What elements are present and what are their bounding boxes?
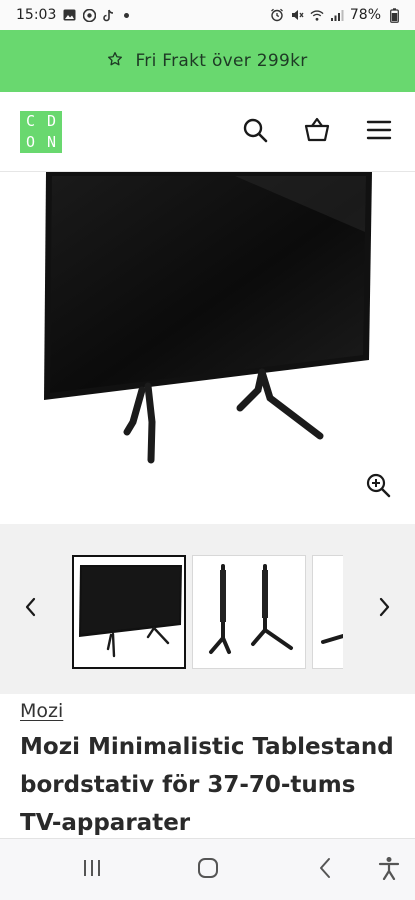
- search-button[interactable]: [239, 116, 271, 148]
- mute-icon: [290, 8, 304, 22]
- signal-icon: [330, 8, 344, 22]
- thumbnail-1[interactable]: [72, 555, 186, 669]
- basket-icon: [303, 117, 331, 147]
- next-image-button[interactable]: [369, 592, 399, 626]
- product-title: Mozi Minimalistic Tablestand bordstativ …: [20, 734, 394, 836]
- thumbnail-tv-front: [79, 565, 182, 658]
- thumbnail-stand-legs: [209, 564, 293, 654]
- battery-icon: [387, 7, 401, 23]
- logo-letter: N: [46, 132, 57, 151]
- thumbnail-list: [72, 555, 343, 669]
- image-icon: [62, 8, 76, 22]
- tv-stand-illustration: [44, 172, 372, 464]
- recent-apps-button[interactable]: [75, 853, 109, 887]
- back-icon: [318, 857, 332, 883]
- accessibility-button[interactable]: [372, 853, 406, 887]
- free-shipping-text: Fri Frakt över 299kr: [135, 51, 308, 71]
- menu-icon: [366, 119, 392, 145]
- logo-letter: D: [46, 111, 57, 130]
- back-button[interactable]: [308, 853, 342, 887]
- thumbnail-stand-detail: [321, 634, 343, 644]
- accessibility-icon: [378, 856, 400, 884]
- alarm-icon: [270, 8, 284, 22]
- search-icon: [242, 117, 268, 147]
- free-shipping-banner: Fri Frakt över 299kr: [0, 30, 415, 92]
- thumbnail-carousel: [0, 524, 415, 694]
- status-bar: 15:03 78%: [0, 0, 415, 30]
- tiktok-icon: [102, 8, 116, 22]
- chevron-right-icon: [377, 597, 391, 621]
- brand-link[interactable]: Mozi: [20, 700, 63, 722]
- cart-button[interactable]: [301, 116, 333, 148]
- prev-image-button[interactable]: [16, 592, 46, 626]
- recent-apps-icon: [81, 858, 103, 882]
- wifi-icon: [310, 8, 324, 22]
- thumbnail-2[interactable]: [192, 555, 306, 669]
- chrome-icon: [82, 8, 96, 22]
- chevron-left-icon: [24, 597, 38, 621]
- site-header: C D O N: [0, 92, 415, 172]
- home-icon: [197, 857, 219, 883]
- logo-letter: O: [25, 132, 36, 151]
- notification-dot-icon: [124, 12, 130, 18]
- status-time: 15:03: [16, 7, 57, 23]
- thumbnail-3[interactable]: [312, 555, 343, 669]
- zoom-in-icon: [365, 472, 391, 502]
- battery-level: 78%: [349, 7, 381, 23]
- zoom-button[interactable]: [363, 472, 393, 502]
- product-main-image[interactable]: [0, 172, 415, 524]
- logo-letter: C: [25, 111, 36, 130]
- menu-button[interactable]: [363, 116, 395, 148]
- cdon-logo[interactable]: C D O N: [20, 110, 62, 153]
- system-nav-bar: [0, 838, 415, 900]
- home-button[interactable]: [191, 853, 225, 887]
- star-outline-icon: [107, 51, 123, 72]
